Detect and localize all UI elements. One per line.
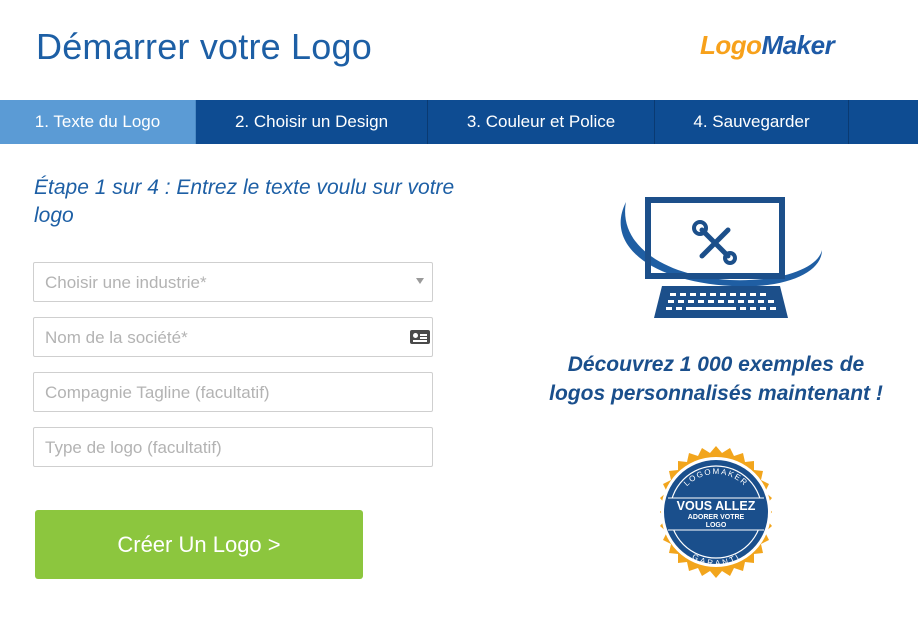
computer-tools-icon (620, 197, 822, 318)
brand-logo-part1: Logo (700, 30, 762, 60)
step-tab-design[interactable]: 2. Choisir un Design (196, 100, 428, 144)
brand-logo[interactable]: LogoMaker (700, 30, 835, 61)
promo-text[interactable]: Découvrez 1 000 exemples de logos person… (540, 350, 892, 408)
company-name-placeholder: Nom de la société* (45, 328, 188, 347)
guarantee-seal-icon: LOGOMAKER VOUS ALLEZ ADORER VOTRE LOGO G… (660, 446, 772, 578)
contact-card-icon (410, 330, 430, 344)
tagline-placeholder: Compagnie Tagline (facultatif) (45, 383, 270, 402)
header: Démarrer votre Logo LogoMaker (0, 0, 918, 100)
seal-line3-text: LOGO (706, 522, 727, 529)
brand-logo-part2: Maker (761, 30, 835, 60)
logo-type-placeholder: Type de logo (facultatif) (45, 438, 222, 457)
logo-type-input[interactable]: Type de logo (facultatif) (33, 427, 433, 467)
step-tab-save[interactable]: 4. Sauvegarder (655, 100, 849, 144)
step-tab-text[interactable]: 1. Texte du Logo (0, 100, 196, 144)
chevron-down-icon (416, 278, 424, 284)
seal-main-text: VOUS ALLEZ (677, 499, 756, 513)
industry-select-placeholder: Choisir une industrie* (45, 273, 207, 292)
page-title: Démarrer votre Logo (36, 26, 372, 67)
tagline-input[interactable]: Compagnie Tagline (facultatif) (33, 372, 433, 412)
steps-nav: 1. Texte du Logo 2. Choisir un Design 3.… (0, 100, 918, 144)
industry-select[interactable]: Choisir une industrie* (33, 262, 433, 302)
step-tab-color-font[interactable]: 3. Couleur et Police (428, 100, 655, 144)
company-name-input[interactable]: Nom de la société* (33, 317, 433, 357)
seal-line2-text: ADORER VOTRE (688, 514, 745, 521)
step-instruction: Étape 1 sur 4 : Entrez le texte voulu su… (34, 176, 455, 227)
create-logo-button[interactable]: Créer Un Logo > (35, 510, 363, 579)
